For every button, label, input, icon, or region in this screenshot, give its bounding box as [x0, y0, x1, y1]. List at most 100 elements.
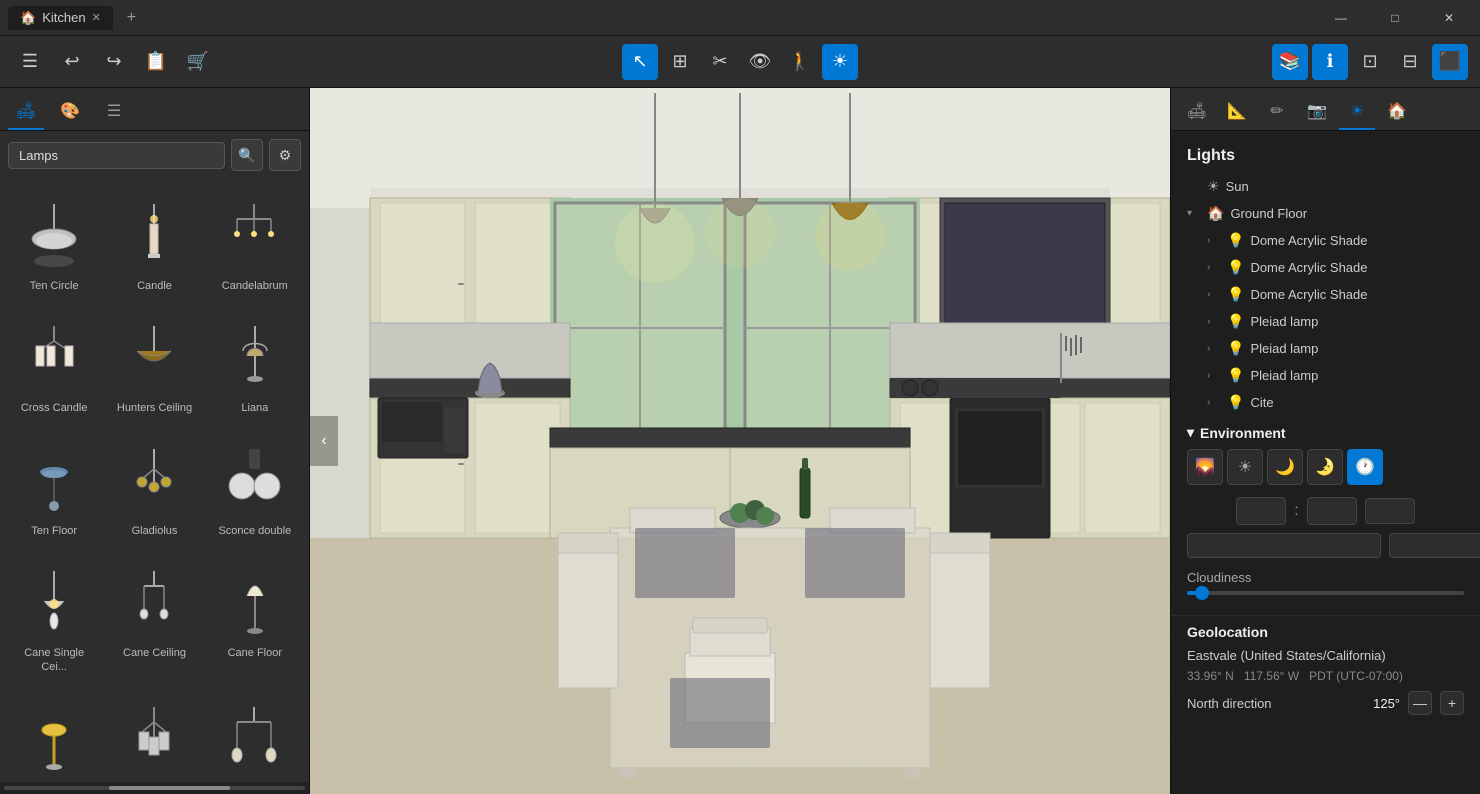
list-item[interactable]: High-Tech Lamp: [108, 690, 200, 782]
list-item[interactable]: Ten Circle: [8, 187, 100, 301]
tab-right-light[interactable]: ☀: [1339, 94, 1375, 130]
list-item[interactable]: Hunters Ceiling: [108, 309, 200, 423]
env-dusk-button[interactable]: 🌙: [1267, 449, 1303, 485]
tree-item-dome-1[interactable]: › 💡 Dome Acrylic Shade: [1199, 227, 1472, 254]
cube-button[interactable]: ⬛: [1432, 44, 1468, 80]
tab-list[interactable]: ☰: [96, 94, 132, 130]
tab-right-furniture[interactable]: 🛋: [1179, 94, 1215, 130]
clipboard-button[interactable]: 📋: [138, 44, 174, 80]
left-panel-header: Lamps Furniture Decor 🔍 ⚙: [0, 131, 309, 179]
list-item[interactable]: Sconce double: [209, 432, 301, 546]
scroll-thumb[interactable]: [109, 786, 229, 790]
cut-tool-button[interactable]: ✂: [702, 44, 738, 80]
environment-title[interactable]: ▾ Environment: [1187, 424, 1464, 441]
date-day-input[interactable]: 11: [1389, 533, 1480, 558]
list-item[interactable]: Amazing: [8, 690, 100, 782]
geo-coords-text: 33.96° N 117.56° W PDT (UTC-07:00): [1187, 669, 1464, 683]
tab-right-measure[interactable]: 📐: [1219, 94, 1255, 130]
tab-materials[interactable]: 🎨: [52, 94, 88, 130]
tab-add-button[interactable]: +: [121, 9, 142, 27]
env-dawn-button[interactable]: 🌄: [1187, 449, 1223, 485]
tree-item-pleiad-2[interactable]: › 💡 Pleiad lamp: [1199, 335, 1472, 362]
library-button[interactable]: 📚: [1272, 44, 1308, 80]
list-item[interactable]: Old House 02: [209, 690, 301, 782]
geo-plus-button[interactable]: +: [1440, 691, 1464, 715]
tree-item-ground-floor[interactable]: ▾ 🏠 Ground Floor: [1179, 200, 1472, 227]
item-label: Ten Circle: [30, 279, 79, 293]
list-item[interactable]: Liana: [209, 309, 301, 423]
tree-item-sun[interactable]: ☀ Sun: [1179, 173, 1472, 200]
main-content: 🛋 🎨 ☰ Lamps Furniture Decor 🔍 ⚙: [0, 88, 1480, 794]
figure-tool-button[interactable]: 🚶: [782, 44, 818, 80]
chevron-down-icon: ▾: [1187, 208, 1201, 219]
geo-minus-button[interactable]: —: [1408, 691, 1432, 715]
tree-item-dome-2[interactable]: › 💡 Dome Acrylic Shade: [1199, 254, 1472, 281]
cloudiness-section: Cloudiness: [1187, 570, 1464, 595]
time-hour-input[interactable]: 11: [1236, 497, 1286, 525]
undo-button[interactable]: ↩: [54, 44, 90, 80]
group-tool-button[interactable]: ⊞: [662, 44, 698, 80]
search-button[interactable]: 🔍: [231, 139, 263, 171]
clipboard-icon: 📋: [145, 51, 167, 72]
item-image: [220, 698, 290, 778]
layout2d-button[interactable]: ⊡: [1352, 44, 1388, 80]
tab-right-edit[interactable]: ✏: [1259, 94, 1295, 130]
cart-button[interactable]: 🛒: [180, 44, 216, 80]
category-select[interactable]: Lamps Furniture Decor: [8, 142, 225, 169]
tab-right-camera[interactable]: 📷: [1299, 94, 1335, 130]
tree-item-pleiad-1[interactable]: › 💡 Pleiad lamp: [1199, 308, 1472, 335]
chevron-right-icon: ›: [1207, 235, 1221, 246]
horizontal-scrollbar[interactable]: [0, 782, 309, 794]
time-minute-input[interactable]: 00: [1307, 497, 1357, 525]
geo-location-text: Eastvale (United States/California): [1187, 648, 1464, 663]
list-item[interactable]: Gladiolus: [108, 432, 200, 546]
layout3d-button[interactable]: ⊟: [1392, 44, 1428, 80]
geo-direction-row: North direction 125° — +: [1187, 691, 1464, 715]
list-item[interactable]: Cross Candle: [8, 309, 100, 423]
select-tool-button[interactable]: ↖: [622, 44, 658, 80]
environment-section: ▾ Environment 🌄 ☀ 🌙 🌛 🕐 11 : 00 AM: [1171, 416, 1480, 615]
date-month-input[interactable]: May: [1187, 533, 1381, 558]
eye-tool-button[interactable]: 👁: [742, 44, 778, 80]
tree-item-dome-3[interactable]: › 💡 Dome Acrylic Shade: [1199, 281, 1472, 308]
lamp-icon-5: 💡: [1227, 340, 1244, 357]
tab-right-structure[interactable]: 🏠: [1379, 94, 1415, 130]
viewport-arrow-left[interactable]: ‹: [310, 416, 338, 466]
lights-tree: ☀ Sun ▾ 🏠 Ground Floor › 💡 Dome Acrylic …: [1171, 173, 1480, 416]
list-item[interactable]: Candelabrum: [209, 187, 301, 301]
env-night-button[interactable]: 🌛: [1307, 449, 1343, 485]
time-ampm-input[interactable]: AM: [1365, 498, 1415, 524]
chevron-right-icon: ›: [1207, 343, 1221, 354]
app-tab[interactable]: 🏠 Kitchen ✕: [8, 6, 113, 30]
left-panel-tabs: 🛋 🎨 ☰: [0, 88, 309, 131]
env-day-button[interactable]: ☀: [1227, 449, 1263, 485]
cloudiness-slider[interactable]: [1187, 591, 1464, 595]
env-clock-button[interactable]: 🕐: [1347, 449, 1383, 485]
select-icon: ↖: [632, 51, 647, 72]
ground-floor-label: Ground Floor: [1230, 206, 1307, 221]
tree-item-cite[interactable]: › 💡 Cite: [1199, 389, 1472, 416]
menu-button[interactable]: ☰: [12, 44, 48, 80]
title-bar-controls: — □ ✕: [1318, 0, 1472, 36]
list-item[interactable]: Cane Single Cei...: [8, 554, 100, 683]
list-item[interactable]: Cane Floor: [209, 554, 301, 683]
list-item[interactable]: Candle: [108, 187, 200, 301]
minimize-button[interactable]: —: [1318, 0, 1364, 36]
filter-button[interactable]: ⚙: [269, 139, 301, 171]
tree-item-pleiad-3[interactable]: › 💡 Pleiad lamp: [1199, 362, 1472, 389]
maximize-button[interactable]: □: [1372, 0, 1418, 36]
list-item[interactable]: Cane Ceiling: [108, 554, 200, 683]
tab-furniture[interactable]: 🛋: [8, 94, 44, 130]
pleiad-label-3: Pleiad lamp: [1250, 368, 1318, 383]
sun-tool-button[interactable]: ☀: [822, 44, 858, 80]
close-window-button[interactable]: ✕: [1426, 0, 1472, 36]
slider-thumb[interactable]: [1195, 586, 1209, 600]
tab-close-button[interactable]: ✕: [92, 11, 101, 24]
sun-label: Sun: [1226, 179, 1249, 194]
viewport[interactable]: ‹: [310, 88, 1170, 794]
view-group: 📚 ℹ ⊡ ⊟ ⬛: [1272, 44, 1468, 80]
info-button[interactable]: ℹ: [1312, 44, 1348, 80]
list-item[interactable]: Ten Floor: [8, 432, 100, 546]
redo-button[interactable]: ↪: [96, 44, 132, 80]
env-title-label: Environment: [1200, 425, 1286, 441]
